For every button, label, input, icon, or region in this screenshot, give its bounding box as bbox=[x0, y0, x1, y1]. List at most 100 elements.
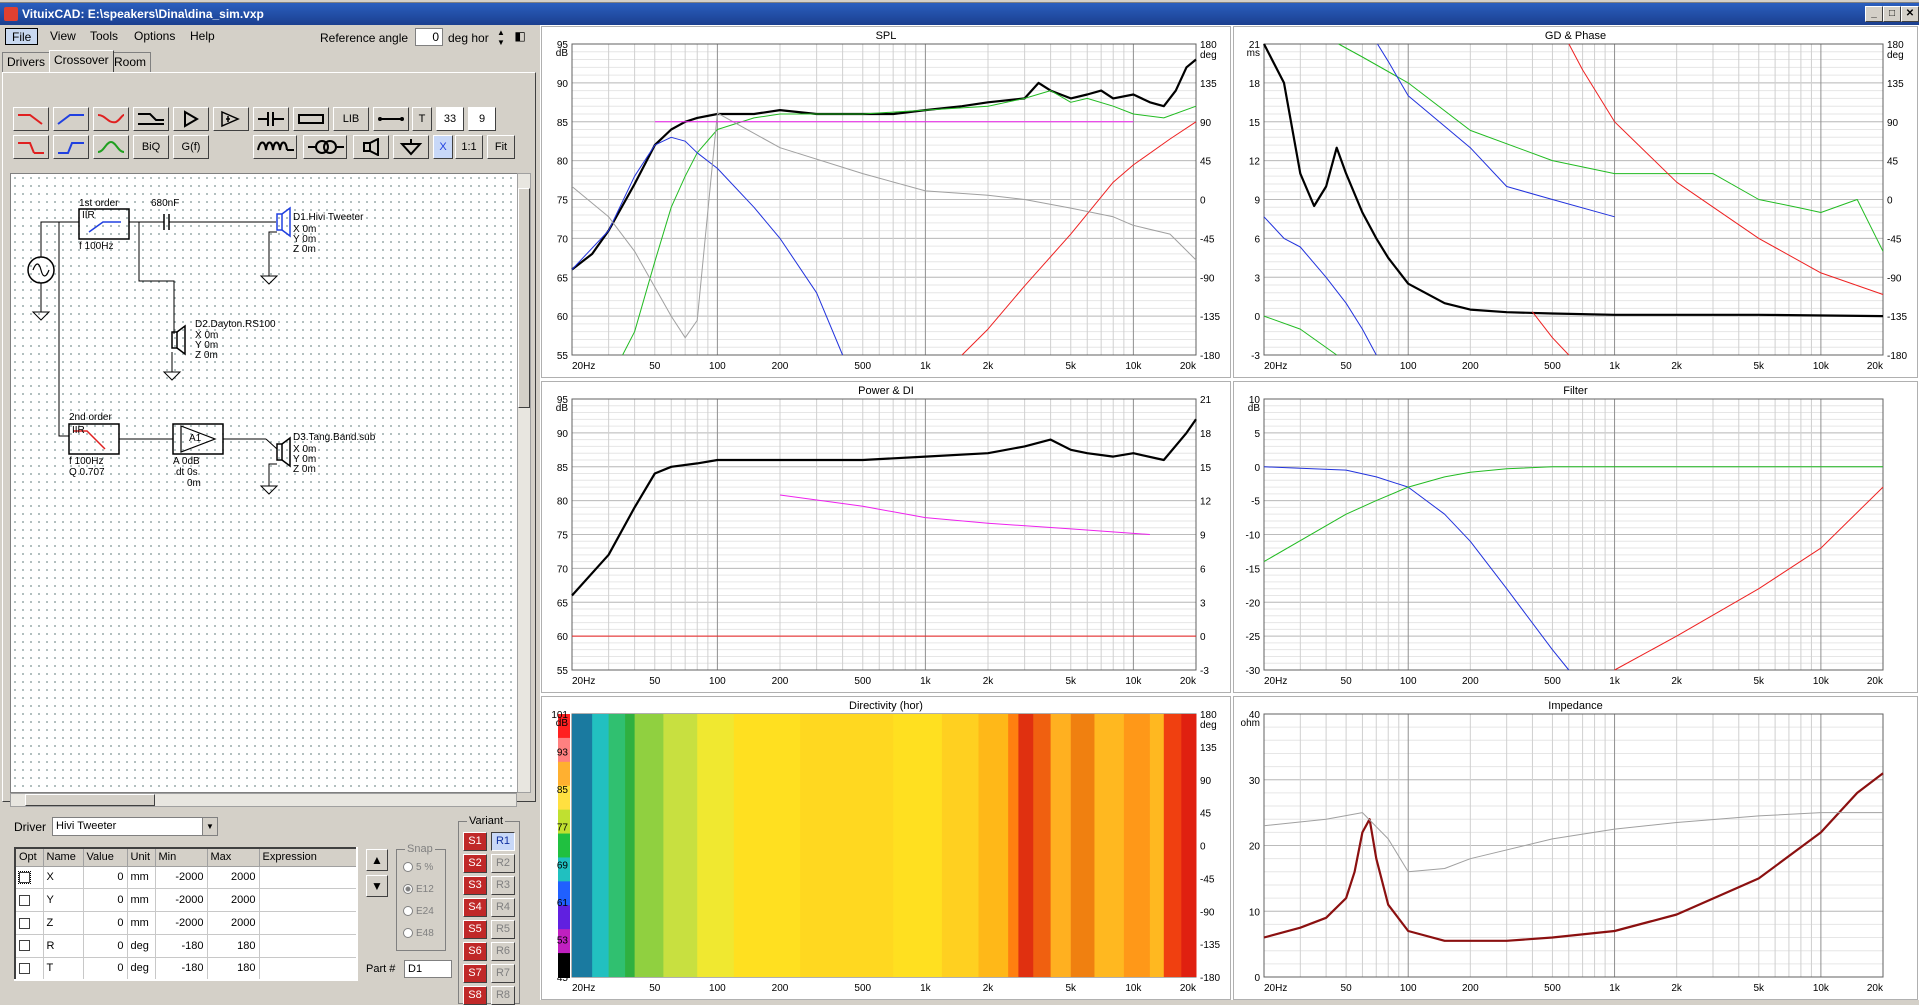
unit-cell[interactable]: mm bbox=[126, 865, 156, 890]
close-button[interactable]: ✕ bbox=[1901, 6, 1919, 22]
table-row[interactable]: T 0 deg -180 180 bbox=[14, 956, 358, 981]
expression-cell[interactable] bbox=[258, 888, 358, 913]
opt-checkbox[interactable] bbox=[19, 894, 30, 906]
snap-option-e48[interactable]: E48 bbox=[403, 928, 434, 939]
schematic-hscrollbar[interactable] bbox=[10, 793, 517, 807]
snap-option-e12[interactable]: E12 bbox=[403, 884, 434, 895]
menu-tools[interactable]: Tools bbox=[84, 28, 124, 45]
move-up-button[interactable]: ▲ bbox=[366, 849, 388, 871]
variant-s3-button[interactable]: S3 bbox=[463, 876, 487, 895]
variant-r4-button[interactable]: R4 bbox=[491, 898, 515, 917]
power-di-chart[interactable]: Power & DI 95 90 85 80 75 70 65 60 55 dB 21 18 15 12 9 6… bbox=[541, 381, 1231, 693]
unit-cell[interactable]: deg bbox=[126, 933, 156, 958]
move-down-button[interactable]: ▼ bbox=[366, 875, 388, 897]
bandpass-red-button[interactable] bbox=[93, 107, 129, 131]
impedance-chart[interactable]: Impedance 40 30 20 10 0 ohm 20Hz 50 100 200 500 1k 2k… bbox=[1233, 696, 1918, 1000]
inductor-button[interactable] bbox=[253, 135, 297, 159]
schematic-canvas[interactable]: 1st order IIR f 100Hz 680nF D1.Hivi Twee… bbox=[10, 173, 525, 793]
opt-cell[interactable] bbox=[14, 911, 44, 935]
max-cell[interactable]: 180 bbox=[206, 933, 260, 958]
opt-cell[interactable] bbox=[14, 888, 44, 913]
variant-r1-button[interactable]: R1 bbox=[491, 832, 515, 851]
capacitor-button[interactable] bbox=[253, 107, 289, 131]
grid-y-input[interactable]: 9 bbox=[468, 107, 496, 131]
tab-crossover[interactable]: Crossover bbox=[49, 50, 114, 72]
opt-checkbox[interactable] bbox=[18, 870, 31, 884]
col-expression[interactable]: Expression bbox=[258, 847, 358, 867]
col-name[interactable]: Name bbox=[42, 847, 84, 867]
value-cell[interactable]: 0 bbox=[82, 956, 128, 981]
dock-icon[interactable]: ◧ bbox=[512, 30, 528, 42]
variant-r6-button[interactable]: R6 bbox=[491, 942, 515, 961]
shelf-button[interactable] bbox=[133, 107, 169, 131]
grid-x-input[interactable]: 33 bbox=[436, 107, 464, 131]
highpass-1-button[interactable] bbox=[53, 107, 89, 131]
biquad-button[interactable]: BiQ bbox=[133, 135, 169, 159]
table-row[interactable]: X 0 mm -2000 2000 bbox=[14, 865, 358, 890]
min-cell[interactable]: -2000 bbox=[154, 911, 208, 935]
fit-button[interactable]: Fit bbox=[487, 135, 515, 159]
driver-button[interactable] bbox=[353, 135, 389, 159]
transformer-button[interactable] bbox=[303, 135, 347, 159]
schematic-vscrollbar[interactable] bbox=[517, 173, 531, 793]
value-cell[interactable]: 0 bbox=[82, 888, 128, 913]
unit-cell[interactable]: mm bbox=[126, 911, 156, 935]
tab-room[interactable]: Room bbox=[109, 52, 152, 72]
snap-option-e24[interactable]: E24 bbox=[403, 906, 434, 917]
gd-phase-chart[interactable]: GD & Phase 21 18 15 12 9 6 3 0 -3 ms 180 135 90 45 0 -45… bbox=[1233, 26, 1918, 378]
spin-up-icon[interactable]: ▲ bbox=[493, 28, 509, 38]
variant-s4-button[interactable]: S4 bbox=[463, 898, 487, 917]
variant-r2-button[interactable]: R2 bbox=[491, 854, 515, 873]
name-cell[interactable]: Z bbox=[42, 911, 84, 935]
menu-view[interactable]: View bbox=[44, 28, 82, 45]
variant-r8-button[interactable]: R8 bbox=[491, 986, 515, 1005]
table-row[interactable]: Y 0 mm -2000 2000 bbox=[14, 888, 358, 913]
menu-help[interactable]: Help bbox=[184, 28, 221, 45]
lowpass-2-button[interactable] bbox=[13, 135, 49, 159]
opt-cell[interactable] bbox=[14, 865, 44, 890]
col-min[interactable]: Min bbox=[154, 847, 208, 867]
spin-down-icon[interactable]: ▼ bbox=[493, 38, 509, 48]
gain-function-button[interactable]: G(f) bbox=[173, 135, 209, 159]
buffer-button[interactable] bbox=[173, 107, 209, 131]
expression-cell[interactable] bbox=[258, 956, 358, 981]
value-cell[interactable]: 0 bbox=[82, 865, 128, 890]
max-cell[interactable]: 180 bbox=[206, 956, 260, 981]
min-cell[interactable]: -180 bbox=[154, 933, 208, 958]
unit-cell[interactable]: mm bbox=[126, 888, 156, 913]
max-cell[interactable]: 2000 bbox=[206, 865, 260, 890]
resistor-button[interactable] bbox=[293, 107, 329, 131]
variant-s5-button[interactable]: S5 bbox=[463, 920, 487, 939]
maximize-button[interactable]: □ bbox=[1883, 6, 1901, 22]
variant-s8-button[interactable]: S8 bbox=[463, 986, 487, 1005]
col-max[interactable]: Max bbox=[206, 847, 260, 867]
name-cell[interactable]: X bbox=[42, 865, 84, 890]
variant-r3-button[interactable]: R3 bbox=[491, 876, 515, 895]
variant-s7-button[interactable]: S7 bbox=[463, 964, 487, 983]
driver-select[interactable]: Hivi Tweeter ▼ bbox=[52, 817, 218, 836]
value-cell[interactable]: 0 bbox=[82, 911, 128, 935]
expression-cell[interactable] bbox=[258, 865, 358, 890]
col-value[interactable]: Value bbox=[82, 847, 128, 867]
variant-s6-button[interactable]: S6 bbox=[463, 942, 487, 961]
opt-checkbox[interactable] bbox=[19, 962, 30, 974]
filter-chart[interactable]: Filter 10 5 0 -5 -10 -15 -20 -25 -30 dB 20Hz 50 100 20… bbox=[1233, 381, 1918, 693]
menu-file[interactable]: File bbox=[5, 28, 39, 45]
name-cell[interactable]: R bbox=[42, 933, 84, 958]
directivity-chart[interactable]: Directivity (hor) 101 93 85 77 69 61 53 45 dB 180 1… bbox=[541, 696, 1231, 1000]
bandpass-green-button[interactable] bbox=[93, 135, 129, 159]
unit-cell[interactable]: deg bbox=[126, 956, 156, 981]
opt-cell[interactable] bbox=[14, 956, 44, 981]
hscroll-thumb[interactable] bbox=[25, 794, 155, 806]
min-cell[interactable]: -2000 bbox=[154, 865, 208, 890]
max-cell[interactable]: 2000 bbox=[206, 911, 260, 935]
value-cell[interactable]: 0 bbox=[82, 933, 128, 958]
expression-cell[interactable] bbox=[258, 933, 358, 958]
highpass-2-button[interactable] bbox=[53, 135, 89, 159]
variant-s1-button[interactable]: S1 bbox=[463, 832, 487, 851]
amplifier-button[interactable] bbox=[213, 107, 249, 131]
snap-option-5[interactable]: 5 % bbox=[403, 862, 433, 873]
col-unit[interactable]: Unit bbox=[126, 847, 156, 867]
spl-chart[interactable]: SPL 95 90 85 80 75 70 65 60 55 dB 180 135 90 45 0 -45 -90… bbox=[541, 26, 1231, 378]
reference-angle-input[interactable]: 0 bbox=[415, 28, 443, 46]
